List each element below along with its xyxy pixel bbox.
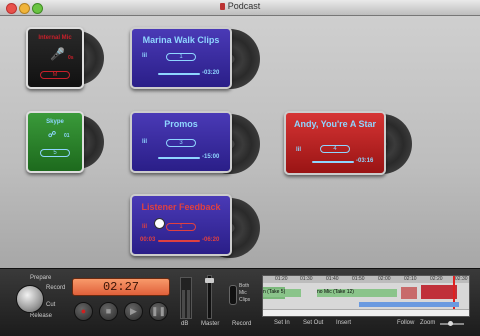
window-title: Podcast: [0, 1, 480, 11]
follow-checkbox[interactable]: Follow: [397, 320, 414, 326]
card-title: Listener Feedback: [141, 202, 221, 212]
level-meter: [180, 277, 192, 319]
slider-handle[interactable]: [205, 278, 214, 283]
card-marina-walk-clips[interactable]: Marina Walk Clips lil 1 -03:20: [130, 27, 232, 89]
card-time: -03:20: [202, 70, 220, 76]
zoom-handle[interactable]: [448, 321, 453, 326]
card-title: Skype: [46, 119, 64, 125]
card-count: 1: [166, 53, 196, 61]
timeline-scrollbar[interactable]: [263, 309, 469, 316]
track-clip[interactable]: no Mic (Take 12): [317, 289, 397, 297]
insert-button[interactable]: Insert: [336, 320, 351, 326]
card-channel: 01: [64, 133, 70, 139]
track-clip[interactable]: [421, 285, 457, 299]
master-label: Master: [201, 321, 220, 327]
cut-label: Cut: [46, 302, 56, 308]
progress-bar: [312, 161, 354, 163]
release-label: Release: [30, 313, 53, 319]
card-promos[interactable]: Promos lil 3 -15:00: [130, 111, 232, 173]
stop-button[interactable]: ■: [99, 302, 118, 321]
counter-value: 02:27: [102, 280, 139, 294]
microphone-icon: 🎤: [50, 47, 65, 61]
window: Podcast Internal Mic 🎤 0s M Skype ☍ 01 5…: [0, 0, 480, 336]
pointer-cursor-icon: [154, 218, 165, 229]
time-counter: 02:27: [72, 278, 170, 296]
db-label: dB: [181, 321, 189, 327]
document-icon: [219, 3, 225, 10]
card-count: 3: [166, 139, 196, 147]
card-count: M: [40, 71, 70, 79]
timeline-range[interactable]: [359, 302, 459, 307]
mode-knob[interactable]: [16, 285, 44, 313]
levels-icon: lil: [296, 147, 302, 153]
card-time: -15:00: [202, 154, 220, 160]
both-mic-clips-label: Both Mic Clips: [239, 283, 251, 303]
card-time: -03:16: [356, 158, 374, 164]
card-title: Marina Walk Clips: [142, 35, 220, 45]
progress-bar: [158, 240, 200, 242]
record-label: Record: [232, 321, 252, 327]
progress-bar: [158, 73, 200, 75]
card-title: Andy, You're A Star: [294, 119, 376, 129]
both-mic-clips-toggle[interactable]: [229, 285, 237, 305]
zoom-label: Zoom: [420, 320, 436, 326]
play-button[interactable]: ▶: [124, 302, 143, 321]
title-bar: Podcast: [0, 0, 480, 16]
timeline-ruler: 01:20 01:30 01:40 01:50 02:00 02:10 02:2…: [263, 276, 469, 283]
levels-icon: lil: [142, 139, 148, 145]
set-in-button[interactable]: Set In: [274, 320, 290, 326]
clip-board: Internal Mic 🎤 0s M Skype ☍ 01 5 Marina …: [0, 16, 480, 268]
zoom-slider[interactable]: [440, 321, 464, 326]
set-out-button[interactable]: Set Out: [303, 320, 323, 326]
card-title: Promos: [164, 119, 198, 129]
timeline[interactable]: 01:20 01:30 01:40 01:50 02:00 02:10 02:2…: [262, 275, 470, 317]
card-count: 4: [320, 145, 350, 153]
master-slider[interactable]: [205, 275, 214, 319]
pause-button[interactable]: ❚❚: [149, 302, 168, 321]
record-button[interactable]: ●: [74, 302, 93, 321]
levels-icon: lil: [142, 224, 148, 230]
card-listener-feedback[interactable]: Listener Feedback lil 1 00:03 -06:20: [130, 194, 232, 256]
card-elapsed: 00:03: [140, 237, 156, 243]
card-count: 5: [40, 149, 70, 157]
skype-icon: ☍: [48, 130, 57, 139]
card-internal-mic[interactable]: Internal Mic 🎤 0s M: [26, 27, 84, 89]
card-skype[interactable]: Skype ☍ 01 5: [26, 111, 84, 173]
track-clip[interactable]: n (Take 5): [263, 289, 301, 297]
control-bar: Prepare Record Cut Release 02:27 ● ■ ▶ ❚…: [0, 268, 480, 336]
card-andy-youre-a-star[interactable]: Andy, You're A Star lil 4 -03:16: [284, 111, 386, 175]
card-title: Internal Mic: [38, 35, 72, 41]
card-channel: 0s: [68, 55, 74, 61]
record-knob-label: Record: [46, 285, 66, 291]
prepare-label: Prepare: [30, 275, 52, 281]
levels-icon: lil: [142, 53, 148, 59]
card-count: 1: [166, 223, 196, 231]
progress-bar: [158, 157, 200, 159]
card-time: -06:20: [202, 237, 220, 243]
track-clip[interactable]: [401, 287, 417, 299]
